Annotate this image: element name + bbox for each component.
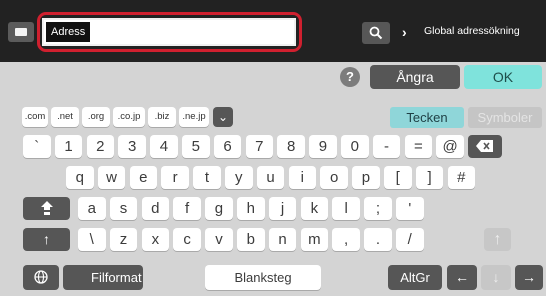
chevron-down-icon[interactable]: ⌄ xyxy=(213,107,233,127)
key-10[interactable]: / xyxy=(396,228,424,251)
key-9[interactable]: ; xyxy=(364,197,392,220)
key-6[interactable]: 6 xyxy=(213,135,242,158)
key-8[interactable]: 8 xyxy=(277,135,305,158)
caps-lock-key[interactable] xyxy=(23,197,70,220)
key-12[interactable]: # xyxy=(447,166,476,189)
key-4[interactable]: v xyxy=(205,228,233,251)
key-1[interactable]: w xyxy=(97,166,126,189)
globe-icon xyxy=(34,270,48,284)
key-10[interactable]: ' xyxy=(396,197,424,220)
keyboard: ? Ångra OK Tecken Symboler .com .net .org.… xyxy=(0,62,546,296)
domain-key[interactable]: .org xyxy=(82,107,110,127)
key-4[interactable]: 4 xyxy=(150,135,178,158)
key-0[interactable]: q xyxy=(66,166,94,189)
key-1[interactable]: 1 xyxy=(54,135,83,158)
key-10[interactable]: [ xyxy=(384,166,412,189)
key-11[interactable]: ] xyxy=(415,166,444,189)
key-1[interactable]: z xyxy=(109,228,138,251)
key-9[interactable]: 9 xyxy=(309,135,337,158)
caps-lock-icon xyxy=(40,201,53,215)
key-5[interactable]: 5 xyxy=(182,135,210,158)
key-8[interactable]: , xyxy=(332,228,360,251)
search-button[interactable] xyxy=(362,22,390,44)
key-3[interactable]: r xyxy=(161,166,189,189)
key-0[interactable]: ` xyxy=(23,135,51,158)
search-icon xyxy=(369,26,383,40)
menu-button[interactable] xyxy=(8,22,34,42)
global-search-label[interactable]: Global adressökning xyxy=(424,25,520,37)
key-6[interactable]: u xyxy=(256,166,285,189)
key-11[interactable]: - xyxy=(372,135,401,158)
key-5[interactable]: y xyxy=(225,166,253,189)
key-7[interactable]: i xyxy=(288,166,317,189)
space-key[interactable]: Blanksteg xyxy=(205,265,321,290)
key-3[interactable]: c xyxy=(173,228,201,251)
key-5[interactable]: b xyxy=(237,228,265,251)
top-bar: Adress › Global adressökning xyxy=(0,0,546,62)
help-icon[interactable]: ? xyxy=(340,67,360,87)
key-1[interactable]: s xyxy=(109,197,138,220)
tab-symbols[interactable]: Symboler xyxy=(468,107,542,128)
globe-key[interactable] xyxy=(23,265,59,290)
address-highlight xyxy=(37,12,302,52)
backspace-icon xyxy=(476,140,494,152)
ok-button[interactable]: OK xyxy=(464,65,542,89)
key-12[interactable]: = xyxy=(404,135,433,158)
key-6[interactable]: n xyxy=(268,228,297,251)
key-10[interactable]: 0 xyxy=(341,135,369,158)
down-arrow-key[interactable]: ↓ xyxy=(481,265,511,290)
key-5[interactable]: h xyxy=(237,197,265,220)
domain-key[interactable]: .com xyxy=(22,107,48,127)
key-4[interactable]: t xyxy=(193,166,221,189)
file-format-key[interactable]: Filformat xyxy=(63,265,143,290)
key-3[interactable]: f xyxy=(173,197,201,220)
undo-button[interactable]: Ångra xyxy=(370,65,460,89)
key-9[interactable]: p xyxy=(352,166,380,189)
key-8[interactable]: o xyxy=(320,166,348,189)
key-6[interactable]: j xyxy=(268,197,297,220)
tab-characters[interactable]: Tecken xyxy=(390,107,464,128)
altgr-key[interactable]: AltGr xyxy=(388,265,442,290)
left-arrow-key[interactable]: ← xyxy=(447,265,477,290)
key-9[interactable]: . xyxy=(364,228,392,251)
key-0[interactable]: \ xyxy=(78,228,106,251)
key-7[interactable]: 7 xyxy=(245,135,274,158)
key-2[interactable]: 2 xyxy=(86,135,115,158)
domain-key[interactable]: .ne.jp xyxy=(179,107,209,127)
key-4[interactable]: g xyxy=(205,197,233,220)
domain-key[interactable]: .co.jp xyxy=(113,107,145,127)
key-8[interactable]: l xyxy=(332,197,360,220)
shift-key[interactable]: ↑ xyxy=(23,228,70,251)
key-2[interactable]: d xyxy=(141,197,170,220)
domain-key[interactable]: .net xyxy=(51,107,79,127)
backspace-key[interactable] xyxy=(468,135,503,158)
key-0[interactable]: a xyxy=(78,197,106,220)
key-2[interactable]: e xyxy=(129,166,158,189)
key-13[interactable]: @ xyxy=(436,135,464,158)
key-7[interactable]: m xyxy=(300,228,329,251)
chevron-right-icon: › xyxy=(402,24,407,40)
domain-key[interactable]: .biz xyxy=(148,107,176,127)
key-3[interactable]: 3 xyxy=(118,135,146,158)
key-7[interactable]: k xyxy=(300,197,329,220)
menu-icon xyxy=(15,28,27,36)
key-2[interactable]: x xyxy=(141,228,170,251)
right-arrow-key[interactable]: → xyxy=(515,265,543,290)
up-arrow-key[interactable]: ↑ xyxy=(484,228,511,251)
